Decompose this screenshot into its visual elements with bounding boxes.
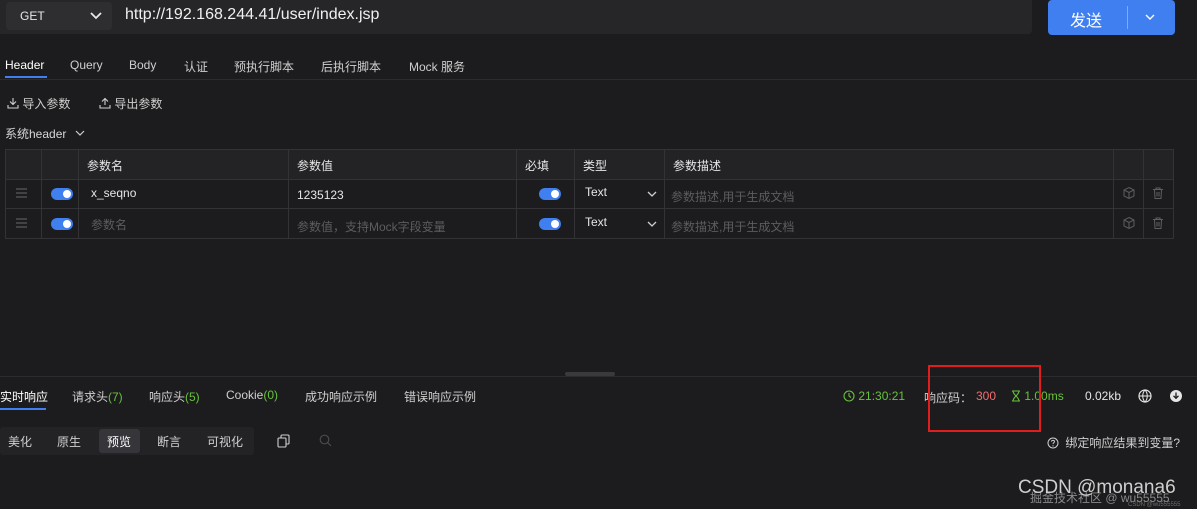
type-value: Text (585, 185, 608, 199)
drag-handle-icon[interactable] (15, 217, 28, 229)
request-bar: GET http://192.168.244.41/user/index.jsp… (0, 0, 1197, 45)
url-box: GET http://192.168.244.41/user/index.jsp (0, 0, 1032, 34)
chevron-down-icon (647, 221, 657, 227)
cube-icon[interactable] (1122, 186, 1136, 200)
view-mode-bar: 美化 原生 预览 断言 可视化 (0, 427, 254, 455)
param-value-input[interactable]: 1235123 (297, 188, 344, 202)
request-tabs: Header Query Body 认证 预执行脚本 后执行脚本 Mock 服务 (0, 52, 1197, 82)
tab-query[interactable]: Query (70, 58, 103, 72)
url-input[interactable]: http://192.168.244.41/user/index.jsp (125, 6, 379, 24)
trash-icon[interactable] (1151, 216, 1165, 230)
method-select[interactable]: GET (6, 2, 112, 30)
drag-handle-icon[interactable] (15, 187, 28, 199)
column-header-name: 参数名 (87, 159, 124, 173)
system-header-toggle[interactable]: 系统header (5, 125, 86, 142)
response-time: 21:30:21 (843, 389, 905, 403)
table-row: 参数名 参数值，支持Mock字段变量 Text 参数描述,用于生成文档 (6, 209, 1173, 239)
params-table: 参数名 参数值 必填 类型 参数描述 x_seqno 1235123 Text … (5, 149, 1174, 239)
export-label: 导出参数 (114, 97, 163, 111)
active-tab-indicator (5, 76, 47, 78)
type-value: Text (585, 215, 608, 229)
enabled-toggle[interactable] (51, 218, 73, 230)
column-header-required: 必填 (525, 159, 550, 173)
send-button[interactable]: 发送 (1048, 0, 1175, 35)
param-name-input[interactable]: x_seqno (91, 186, 136, 200)
import-label: 导入参数 (22, 97, 71, 111)
trash-icon[interactable] (1151, 186, 1165, 200)
tab-response-headers[interactable]: 响应头(5) (149, 388, 200, 405)
chevron-down-icon (75, 130, 85, 136)
param-name-input[interactable]: 参数名 (91, 216, 127, 233)
column-header-type: 类型 (583, 159, 608, 173)
divider (0, 79, 1197, 80)
view-raw[interactable]: 原生 (57, 433, 81, 450)
enabled-toggle[interactable] (51, 188, 73, 200)
tab-header[interactable]: Header (5, 58, 44, 72)
send-divider (1127, 6, 1128, 29)
required-toggle[interactable] (539, 218, 561, 230)
chevron-down-icon[interactable] (1143, 10, 1157, 24)
clock-icon (843, 390, 855, 402)
tab-post-script[interactable]: 后执行脚本 (321, 58, 381, 75)
column-header-desc: 参数描述 (673, 159, 722, 173)
required-toggle[interactable] (539, 188, 561, 200)
export-params-button[interactable]: 导出参数 (99, 95, 162, 112)
tab-count: (7) (108, 390, 123, 404)
export-icon (99, 97, 111, 109)
tab-error-example[interactable]: 错误响应示例 (404, 388, 476, 405)
tab-label: Cookie (226, 388, 264, 402)
chevron-down-icon (90, 12, 102, 20)
tab-mock-service[interactable]: Mock 服务 (409, 58, 465, 75)
tab-count: (5) (185, 390, 200, 404)
type-select[interactable]: Text (575, 179, 665, 208)
table-row: x_seqno 1235123 Text 参数描述,用于生成文档 (6, 179, 1173, 209)
import-icon (7, 98, 19, 109)
param-desc-input[interactable]: 参数描述,用于生成文档 (671, 188, 794, 205)
bind-response-to-variable-link[interactable]: 绑定响应结果到变量? (1047, 434, 1180, 451)
tab-label: 响应头 (149, 390, 186, 404)
highlight-annotation-box (928, 365, 1041, 432)
chevron-down-icon (647, 191, 657, 197)
tab-count: (0) (263, 388, 279, 402)
help-icon (1047, 437, 1059, 449)
watermark-main: CSDN @monana6 (1018, 477, 1176, 498)
tab-cookie[interactable]: Cookie(0) (226, 388, 278, 402)
tab-request-headers[interactable]: 请求头(7) (72, 388, 123, 405)
view-visualize[interactable]: 可视化 (207, 433, 243, 450)
tab-auth[interactable]: 认证 (184, 58, 208, 75)
method-label: GET (20, 9, 45, 23)
tab-realtime-response[interactable]: 实时响应 (0, 388, 48, 405)
param-desc-input[interactable]: 参数描述,用于生成文档 (671, 218, 794, 235)
download-icon[interactable] (1169, 389, 1183, 403)
tab-body[interactable]: Body (129, 58, 156, 72)
view-assert[interactable]: 断言 (157, 433, 181, 450)
cube-icon[interactable] (1122, 216, 1136, 230)
view-beautify[interactable]: 美化 (8, 433, 32, 450)
table-header-row: 参数名 参数值 必填 类型 参数描述 (6, 150, 1173, 180)
view-preview[interactable]: 预览 (107, 433, 131, 450)
globe-icon[interactable] (1138, 389, 1152, 403)
response-time-value: 21:30:21 (858, 389, 906, 403)
tab-label: 请求头 (72, 390, 109, 404)
tab-pre-script[interactable]: 预执行脚本 (234, 58, 294, 75)
type-select[interactable]: Text (575, 209, 665, 238)
watermark-small: CSDN @wu555555 (1128, 502, 1181, 508)
import-params-button[interactable]: 导入参数 (7, 95, 70, 112)
response-size: 0.02kb (1085, 389, 1122, 403)
tab-success-example[interactable]: 成功响应示例 (305, 388, 377, 405)
bind-help-label: 绑定响应结果到变量? (1065, 436, 1181, 450)
copy-icon[interactable] (277, 434, 290, 448)
param-value-input[interactable]: 参数值，支持Mock字段变量 (297, 218, 446, 235)
system-header-label: 系统header (5, 127, 67, 141)
send-label: 发送 (1070, 13, 1103, 30)
column-header-value: 参数值 (297, 159, 334, 173)
active-tab-indicator (0, 408, 46, 410)
search-icon[interactable] (319, 434, 332, 447)
